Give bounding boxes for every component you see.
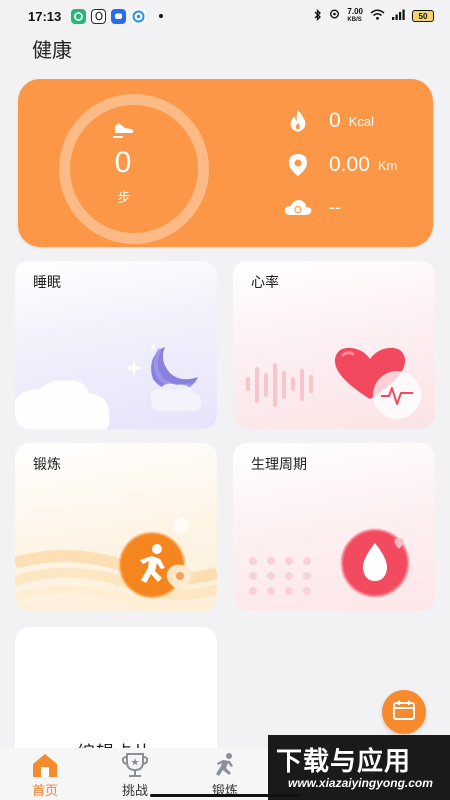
signal-icon	[392, 9, 405, 23]
activity-summary-card[interactable]: 0 步 0 Kcal 0.00 Km --	[18, 79, 433, 247]
heart-icon	[246, 347, 421, 419]
messenger-icon	[111, 8, 127, 24]
cloud-refresh-icon	[283, 196, 313, 218]
chat-app-icon	[71, 8, 87, 24]
qq-icon	[91, 8, 107, 24]
shoe-icon	[112, 117, 136, 143]
nav-item-home[interactable]: 首页	[10, 748, 80, 800]
wifi-icon	[370, 9, 385, 23]
distance-unit: Km	[377, 157, 398, 173]
status-time: 17:13	[28, 8, 62, 24]
edit-cards-tile[interactable]: 编辑卡片	[15, 627, 217, 767]
weather-stat: --	[283, 196, 341, 218]
calories-unit: Kcal	[348, 113, 374, 129]
notification-dot	[159, 14, 164, 18]
nav-item-training[interactable]: 锻炼	[190, 748, 260, 800]
status-bar: 17:13 7.00 KB/S 50	[0, 0, 450, 32]
sleep-moon-cloud-icon	[15, 345, 202, 429]
weather-value: --	[329, 196, 341, 217]
calories-value: 0	[329, 109, 341, 132]
calendar-icon	[393, 700, 415, 724]
training-card[interactable]: 锻炼	[15, 443, 217, 611]
status-app-icons	[71, 8, 164, 24]
browser-icon	[131, 8, 147, 24]
status-right: 7.00 KB/S 50	[314, 8, 434, 24]
water-drop-icon	[249, 528, 410, 598]
runner-icon	[211, 750, 239, 780]
home-icon	[30, 750, 60, 780]
nav-item-challenge[interactable]: 挑战	[100, 748, 170, 800]
network-speed-unit: KB/S	[347, 17, 362, 23]
sleep-card[interactable]: 睡眠	[15, 261, 217, 429]
watermark-sub: www.xiazaiyingyong.com	[288, 776, 433, 790]
nav-label-challenge: 挑战	[121, 784, 148, 799]
page-title: 健康	[32, 38, 72, 62]
heart-rate-card[interactable]: 心率	[233, 261, 435, 429]
location-pin-icon	[283, 153, 313, 177]
calories-stat: 0 Kcal	[283, 109, 374, 133]
watermark: 下载与应用 www.xiazaiyingyong.com	[268, 735, 450, 800]
calendar-fab-button[interactable]	[382, 690, 426, 734]
home-indicator	[150, 794, 300, 797]
cycle-card[interactable]: 生理周期	[233, 443, 435, 611]
bluetooth-icon	[314, 8, 322, 24]
steps-unit: 步	[117, 191, 131, 206]
flame-icon	[283, 109, 313, 133]
network-speed-value: 7.00	[347, 7, 363, 16]
network-speed: 7.00 KB/S	[347, 8, 363, 24]
watermark-main: 下载与应用	[276, 747, 412, 777]
distance-stat: 0.00 Km	[283, 153, 397, 177]
battery-icon: 50	[412, 10, 434, 22]
distance-value: 0.00	[329, 153, 370, 176]
steps-value: 0	[114, 146, 132, 179]
runner-track-icon	[15, 517, 217, 611]
nav-label-home: 首页	[31, 784, 58, 799]
trophy-icon	[121, 750, 149, 780]
location-icon	[329, 9, 340, 24]
